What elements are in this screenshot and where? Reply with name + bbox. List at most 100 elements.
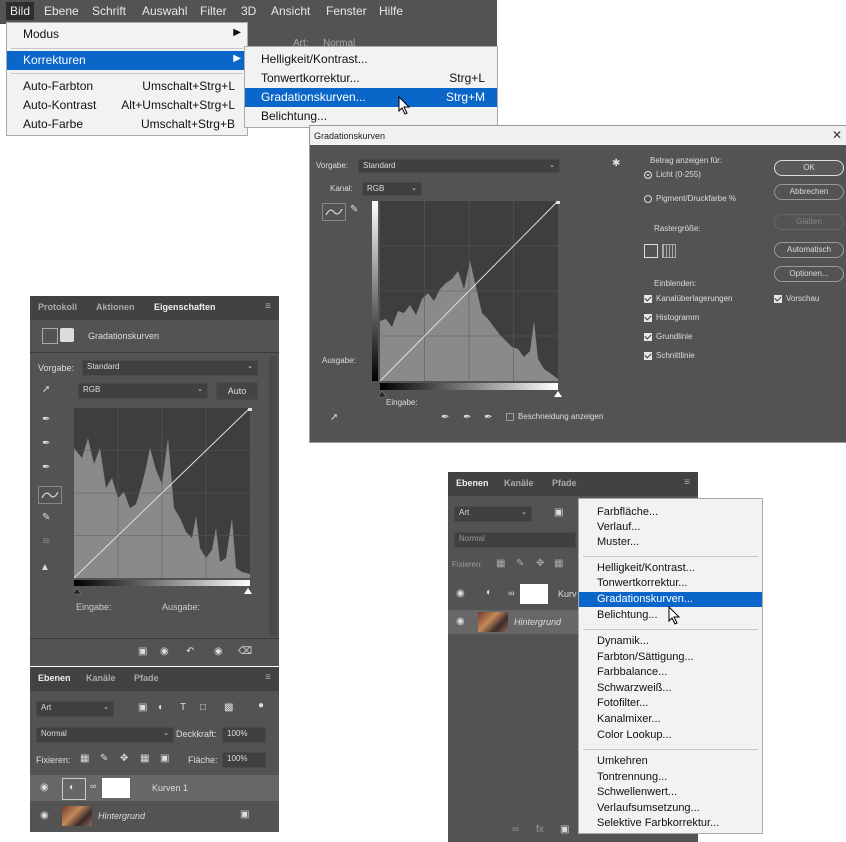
menu-item-helligkeit[interactable]: Helligkeit/Kontrast...: [579, 561, 762, 576]
menu-item-umkehren[interactable]: Umkehren: [579, 754, 762, 769]
lock-position-icon[interactable]: ✥: [120, 753, 128, 764]
eyedropper-gray-icon[interactable]: ✒: [42, 438, 50, 449]
menu-item-farbbalance[interactable]: Farbbalance...: [579, 665, 762, 680]
visibility-eye-icon[interactable]: ◉: [456, 588, 465, 599]
menu-3d[interactable]: 3D: [241, 4, 256, 18]
opacity-field[interactable]: 100%: [222, 727, 266, 743]
filter-toggle-icon[interactable]: ●: [258, 700, 264, 711]
show-clipping-checkbox[interactable]: Beschneidung anzeigen: [506, 412, 603, 421]
menu-auswahl[interactable]: Auswahl: [142, 4, 187, 18]
fx-icon[interactable]: fx: [536, 824, 544, 835]
shape-filter-icon[interactable]: □: [200, 702, 206, 713]
menu-item-farbflaeche[interactable]: Farbfläche...: [579, 505, 762, 520]
tab-pfade[interactable]: Pfade: [552, 478, 577, 488]
adjustment-filter-icon[interactable]: ◐: [158, 702, 164, 713]
layer-row-hintergrund[interactable]: ◉ Hintergrund: [448, 610, 578, 634]
panel-menu-icon[interactable]: ≡: [684, 477, 690, 488]
histogram-checkbox[interactable]: Histogramm: [644, 313, 699, 322]
menu-item-auto-kontrast[interactable]: Auto-Kontrast Alt+Umschalt+Strg+L: [7, 96, 247, 115]
menu-item-modus[interactable]: Modus ▶: [7, 25, 247, 44]
lock-image-icon[interactable]: ✎: [100, 753, 108, 764]
menu-item-auto-farbton[interactable]: Auto-Farbton Umschalt+Strg+L: [7, 77, 247, 96]
tab-kanaele[interactable]: Kanäle: [504, 478, 534, 488]
menu-hilfe[interactable]: Hilfe: [379, 4, 403, 18]
curves-graph[interactable]: [74, 408, 254, 598]
visibility-eye-icon[interactable]: ◉: [40, 810, 49, 821]
smart-object-filter-icon[interactable]: ▩: [224, 702, 233, 713]
lock-artboard-icon[interactable]: ▦: [554, 558, 563, 569]
layer-row-hintergrund[interactable]: ◉ Hintergrund ▣: [30, 803, 279, 829]
tab-protokoll[interactable]: Protokoll: [38, 302, 77, 312]
submenu-item-gradationskurven[interactable]: Gradationskurven... Strg+M: [245, 88, 497, 107]
smooth-button[interactable]: Glätten: [774, 214, 844, 230]
scrollbar[interactable]: [269, 356, 277, 636]
lock-pixels-icon[interactable]: ▦: [496, 558, 505, 569]
menu-item-kanalmixer[interactable]: Kanalmixer...: [579, 712, 762, 727]
lock-position-icon[interactable]: ✥: [536, 558, 544, 569]
smooth-curve-icon[interactable]: ≋: [42, 536, 50, 547]
eyedropper-white-icon[interactable]: ✒: [42, 462, 50, 473]
pencil-icon[interactable]: ✎: [42, 512, 50, 523]
lock-all-icon[interactable]: ▣: [160, 753, 169, 764]
tab-ebenen[interactable]: Ebenen: [38, 673, 71, 683]
eyedropper-gray-icon[interactable]: ✒: [463, 412, 471, 423]
add-mask-icon[interactable]: ▣: [560, 824, 569, 835]
menu-item-muster[interactable]: Muster...: [579, 535, 762, 550]
menu-item-tonwert[interactable]: Tonwertkorrektur...: [579, 576, 762, 591]
menu-item-korrekturen[interactable]: Korrekturen ▶: [7, 51, 247, 70]
menu-schrift[interactable]: Schrift: [92, 4, 126, 18]
ok-button[interactable]: OK: [774, 160, 844, 176]
grid-detailed-icon[interactable]: [662, 244, 676, 258]
grid-simple-icon[interactable]: [644, 244, 658, 258]
lock-image-icon[interactable]: ✎: [516, 558, 524, 569]
pigment-radio[interactable]: Pigment/Druckfarbe %: [644, 194, 736, 203]
submenu-item-tonwert[interactable]: Tonwertkorrektur... Strg+L: [245, 69, 497, 88]
image-filter-icon[interactable]: ▣: [138, 702, 147, 713]
eyedropper-black-icon[interactable]: ✒: [42, 414, 50, 425]
preview-checkbox[interactable]: Vorschau: [774, 294, 819, 303]
image-filter-icon[interactable]: ▣: [554, 507, 563, 518]
menu-item-verlauf[interactable]: Verlauf...: [579, 520, 762, 535]
menu-item-auto-farbe[interactable]: Auto-Farbe Umschalt+Strg+B: [7, 115, 247, 134]
menu-item-schwellenwert[interactable]: Schwellenwert...: [579, 785, 762, 800]
cancel-button[interactable]: Abbrechen: [774, 184, 844, 200]
light-radio[interactable]: Licht (0-255): [644, 170, 701, 179]
clip-to-layer-icon[interactable]: ▣: [138, 646, 147, 657]
panel-menu-icon[interactable]: ≡: [265, 672, 271, 683]
reset-icon[interactable]: ↶: [186, 646, 194, 657]
auto-button[interactable]: Automatisch: [774, 242, 844, 258]
layer-filter-select[interactable]: Art ⌄: [36, 701, 114, 717]
eyedropper-white-icon[interactable]: ✒: [484, 412, 492, 423]
tab-kanaele[interactable]: Kanäle: [86, 673, 116, 683]
preset-options-icon[interactable]: ✱: [612, 158, 620, 169]
pencil-icon[interactable]: ✎: [350, 204, 358, 215]
layer-row-kurven[interactable]: ◉ ◐ ∞ Kurven 1: [30, 775, 279, 801]
menu-bild[interactable]: Bild: [6, 2, 35, 20]
submenu-item-helligkeit[interactable]: Helligkeit/Kontrast...: [245, 50, 497, 69]
menu-item-tontrennung[interactable]: Tontrennung...: [579, 770, 762, 785]
target-adjust-icon[interactable]: ➚: [42, 384, 50, 395]
channel-select[interactable]: RGB ⌄: [78, 383, 208, 399]
menu-item-verlaufsumsetzung[interactable]: Verlaufsumsetzung...: [579, 801, 762, 816]
menu-item-gradationskurven[interactable]: Gradationskurven...: [579, 592, 762, 607]
type-filter-icon[interactable]: T: [180, 702, 186, 713]
menu-ebene[interactable]: Ebene: [44, 4, 79, 18]
channel-overlays-checkbox[interactable]: Kanalüberlagerungen: [644, 294, 733, 303]
menu-ansicht[interactable]: Ansicht: [271, 4, 310, 18]
visibility-eye-icon[interactable]: ◉: [456, 616, 465, 627]
menu-item-dynamik[interactable]: Dynamik...: [579, 634, 762, 649]
target-adjust-icon[interactable]: ➚: [330, 412, 338, 423]
options-button[interactable]: Optionen...: [774, 266, 844, 282]
tab-eigenschaften[interactable]: Eigenschaften: [154, 302, 216, 312]
submenu-item-belichtung[interactable]: Belichtung...: [245, 107, 497, 126]
tab-pfade[interactable]: Pfade: [134, 673, 159, 683]
fill-field[interactable]: 100%: [222, 752, 266, 768]
lock-pixels-icon[interactable]: ▦: [80, 753, 89, 764]
curves-graph[interactable]: [372, 201, 562, 401]
channel-select[interactable]: RGB ⌄: [362, 182, 422, 196]
visibility-eye-icon[interactable]: ◉: [214, 646, 223, 657]
curve-point-tool[interactable]: [38, 486, 62, 504]
layer-filter-select[interactable]: Art ⌄: [454, 506, 532, 522]
menu-item-farbton[interactable]: Farbton/Sättigung...: [579, 650, 762, 665]
visibility-eye-icon[interactable]: ◉: [40, 782, 49, 793]
